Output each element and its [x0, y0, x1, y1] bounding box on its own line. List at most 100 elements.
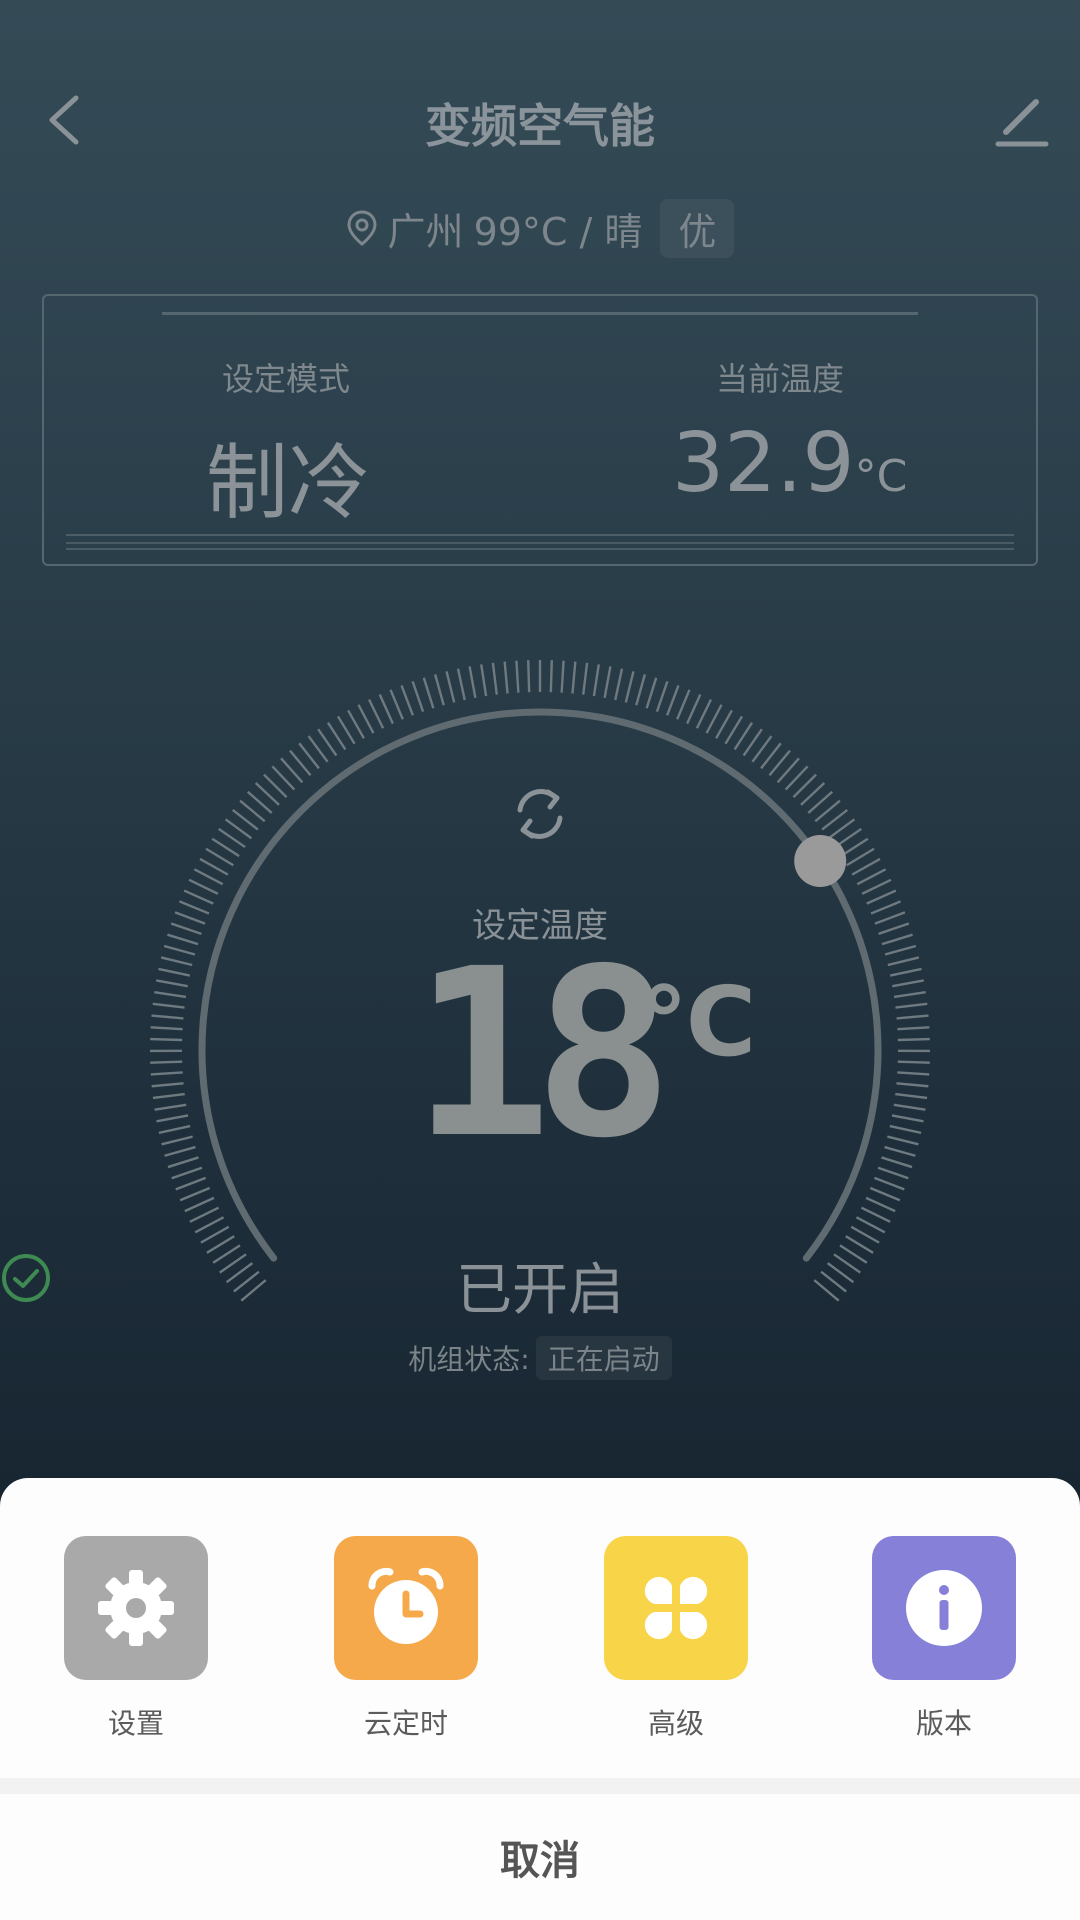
sheet-item-version[interactable]: 版本 — [864, 1536, 1024, 1746]
temperature-dial[interactable]: 设定温度 18 ℃ 已开启 机组状态: 正在启动 — [0, 640, 1080, 1380]
panel-decor-vents — [66, 534, 1014, 554]
bottom-sheet: 设置 云定时 高级 版本 取消 — [0, 1478, 1080, 1920]
dial-tick — [897, 1037, 930, 1042]
cloud-timer-tile[interactable] — [334, 1536, 478, 1680]
dial-tick — [695, 698, 713, 729]
dial-tick — [164, 1145, 196, 1157]
dial-tick — [889, 967, 922, 977]
dial-tick — [891, 1114, 924, 1123]
sheet-item-label: 设置 — [107, 1707, 164, 1740]
power-status-text: 已开启 — [456, 1257, 624, 1323]
dial-tick — [378, 693, 394, 725]
sheet-item-settings[interactable]: 设置 — [56, 1536, 216, 1746]
dial-tick — [896, 1082, 929, 1088]
current-temp-value: 32.9 — [672, 416, 855, 511]
dial-knob[interactable] — [794, 834, 847, 887]
dial-tick — [491, 662, 498, 695]
settings-tile[interactable] — [64, 1536, 208, 1680]
dial-tick — [194, 1216, 225, 1234]
gear-icon — [98, 1570, 174, 1646]
dial-tick — [549, 660, 553, 693]
dial-tick — [603, 666, 612, 699]
location-pin-icon — [347, 210, 377, 246]
sheet-item-label: 高级 — [647, 1707, 704, 1740]
dial-tick — [896, 1014, 929, 1020]
dial-tick — [897, 1071, 930, 1076]
dial-tick — [336, 715, 356, 745]
sheet-item-advanced[interactable]: 高级 — [596, 1536, 756, 1746]
advanced-tile[interactable] — [604, 1536, 748, 1680]
dial-tick — [884, 944, 917, 956]
dial-tick — [445, 671, 456, 703]
sheet-item-label: 云定时 — [363, 1707, 448, 1740]
dial-tick — [846, 847, 875, 867]
dial-tick — [592, 664, 600, 697]
page-title: 变频空气能 — [425, 99, 655, 153]
dial-tick — [705, 704, 723, 734]
weather-city: 广州 — [387, 209, 464, 254]
dial-tick — [357, 704, 375, 734]
dial-tick — [614, 668, 624, 701]
dial-tick — [150, 1060, 183, 1064]
aqi-badge: 优 — [660, 198, 735, 258]
dial-tick — [179, 1186, 211, 1202]
edit-button[interactable] — [992, 90, 1052, 150]
sheet-items: 设置 云定时 高级 版本 — [0, 1536, 1080, 1746]
dial-tick — [873, 1176, 905, 1191]
dial-tick — [188, 878, 219, 895]
dial-tick — [850, 1225, 880, 1244]
info-panel: 设定模式 制冷 当前温度 32.9°C — [42, 294, 1038, 566]
refresh-button[interactable] — [506, 780, 574, 848]
dial-tick — [151, 1082, 184, 1088]
dial-tick — [152, 1002, 185, 1009]
dial-tick — [889, 1124, 922, 1135]
dial-tick — [582, 662, 589, 695]
current-temp: 32.9°C — [672, 416, 907, 511]
mode-label: 设定模式 — [222, 360, 351, 398]
dial-tick — [158, 967, 191, 977]
dial-tick — [154, 1103, 187, 1111]
set-temp-value: 18 — [412, 919, 673, 1189]
dial-tick — [897, 1026, 930, 1031]
dial-tick — [200, 1225, 230, 1244]
dial-tick — [154, 990, 187, 999]
sheet-item-label: 版本 — [915, 1707, 972, 1740]
dial-tick — [676, 689, 691, 720]
dial-tick — [887, 956, 920, 967]
dial-tick — [855, 1216, 886, 1234]
pencil-icon — [995, 99, 1049, 147]
dial-tick — [400, 684, 414, 716]
sheet-item-cloud-timer[interactable]: 云定时 — [326, 1536, 486, 1746]
dial-tick — [624, 671, 635, 703]
dial-tick — [686, 693, 702, 725]
cancel-button[interactable]: 取消 — [0, 1794, 1080, 1920]
dial-tick — [175, 1176, 207, 1191]
dial-tick — [152, 1092, 185, 1100]
unit-status: 机组状态: 正在启动 — [0, 1336, 1080, 1380]
dial-tick — [367, 698, 385, 729]
check-circle-icon — [2, 1254, 50, 1302]
refresh-icon — [517, 789, 563, 839]
version-tile[interactable] — [872, 1536, 1016, 1680]
dial-tick — [897, 1060, 930, 1064]
dial-tick — [189, 1206, 220, 1223]
dial-tick — [205, 847, 234, 867]
dial-tick — [635, 674, 647, 706]
dial-tick — [468, 666, 477, 699]
weather-temp-sky: 99°C / 晴 — [473, 209, 643, 254]
dial-tick — [515, 660, 520, 693]
dial-tick — [503, 661, 509, 694]
weather-bar: 广州 99°C / 晴 优 — [0, 198, 1080, 258]
dial-tick — [480, 664, 488, 697]
dial-tick — [851, 857, 881, 876]
current-temp-label: 当前温度 — [716, 360, 845, 398]
dial-tick — [715, 709, 733, 739]
dial-tick — [411, 681, 425, 713]
unit-status-label: 机组状态: — [408, 1343, 530, 1376]
header: 变频空气能 — [0, 60, 1080, 180]
dial-tick — [893, 1103, 926, 1111]
dial-tick — [171, 1166, 203, 1180]
dial-tick — [389, 689, 404, 720]
dial-tick — [856, 868, 887, 886]
current-temp-unit: °C — [854, 451, 908, 502]
